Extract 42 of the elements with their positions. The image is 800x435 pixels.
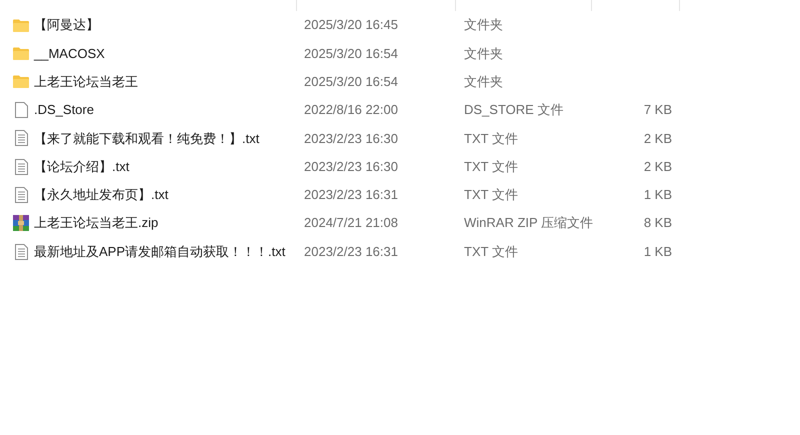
text-file-icon	[14, 244, 28, 260]
file-name[interactable]: 上老王论坛当老王	[34, 72, 138, 92]
folder-icon	[13, 46, 29, 60]
file-name[interactable]: 【永久地址发布页】.txt	[34, 185, 168, 205]
file-type: TXT 文件	[464, 187, 518, 202]
text-file-icon	[14, 186, 28, 203]
file-size: 2 KB	[644, 158, 672, 176]
file-name[interactable]: 【来了就能下载和观看！纯免费！】.txt	[34, 128, 260, 148]
file-name[interactable]: 最新地址及APP请发邮箱自动获取！！！.txt	[34, 242, 286, 262]
text-file-icon	[14, 158, 28, 175]
file-name[interactable]: 【论坛介绍】.txt	[34, 156, 130, 176]
file-name[interactable]: 【阿曼达】	[34, 15, 99, 35]
date-modified: 2025/3/20 16:45	[304, 17, 398, 32]
folder-icon	[13, 75, 29, 88]
date-modified: 2023/2/23 16:30	[304, 158, 398, 174]
file-type: 文件夹	[464, 17, 503, 32]
file-size: 8 KB	[644, 214, 672, 232]
file-size: 7 KB	[644, 101, 672, 120]
file-type: WinRAR ZIP 压缩文件	[464, 215, 594, 230]
file-size: 1 KB	[644, 242, 672, 261]
date-modified: 2023/2/23 16:31	[304, 187, 398, 202]
date-modified: 2022/8/16 22:00	[304, 102, 398, 118]
archive-icon	[13, 215, 29, 232]
file-type: TXT 文件	[464, 130, 518, 146]
text-file-icon	[14, 130, 28, 146]
file-type: TXT 文件	[464, 244, 518, 259]
date-modified: 2023/2/23 16:31	[304, 244, 398, 259]
file-size: 2 KB	[644, 130, 672, 148]
file-name[interactable]: __MACOSX	[34, 44, 105, 64]
date-modified: 2025/3/20 16:54	[304, 74, 398, 89]
file-name[interactable]: 上老王论坛当老王.zip	[34, 213, 158, 233]
file-name[interactable]: .DS_Store	[34, 100, 94, 120]
file-size: 1 KB	[644, 186, 672, 204]
date-modified: 2025/3/20 16:54	[304, 46, 398, 61]
file-type: 文件夹	[464, 46, 503, 61]
file-type: DS_STORE 文件	[464, 102, 564, 118]
date-modified: 2023/2/23 16:30	[304, 130, 398, 146]
file-type: 文件夹	[464, 74, 503, 89]
date-modified: 2024/7/21 21:08	[304, 215, 398, 230]
file-type: TXT 文件	[464, 158, 518, 174]
folder-icon	[13, 18, 29, 32]
file-icon	[14, 102, 28, 118]
